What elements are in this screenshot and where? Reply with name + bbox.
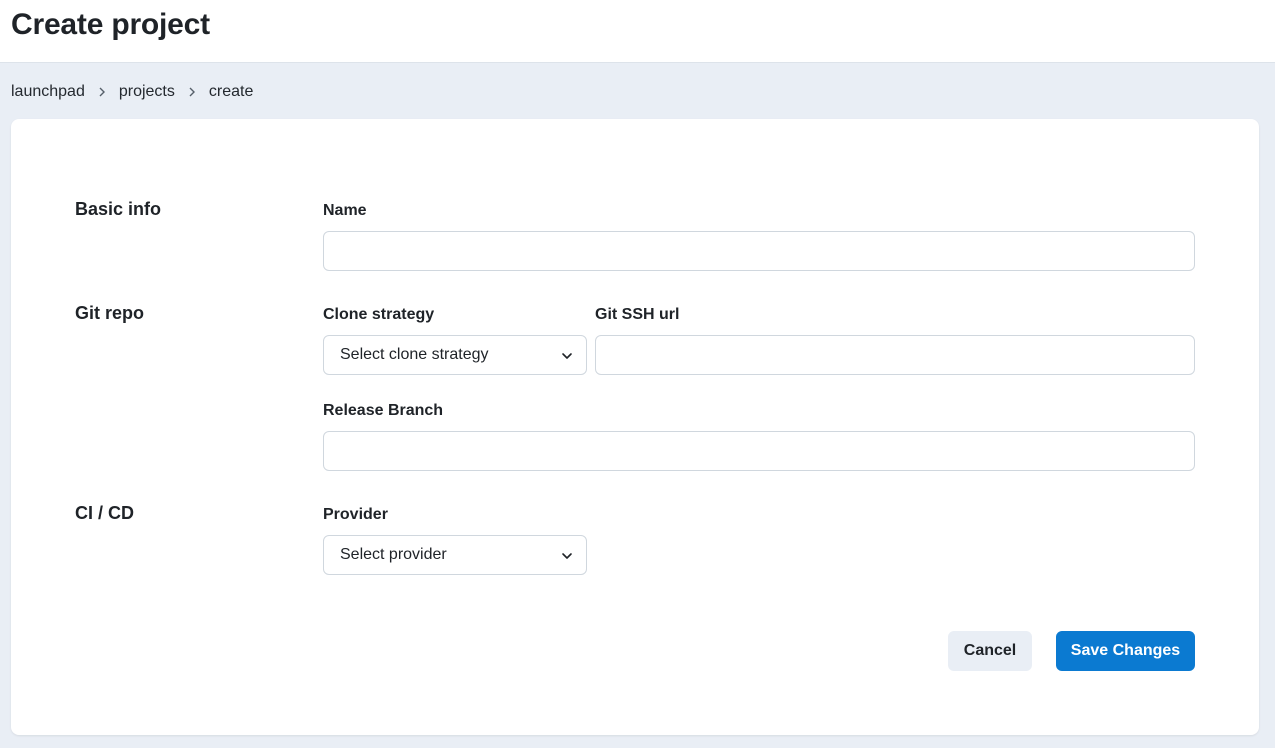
chevron-right-icon [188,87,196,97]
release-branch-label: Release Branch [323,402,444,419]
chevron-right-icon [98,87,106,97]
provider-select[interactable]: Select provider [323,535,587,575]
clone-strategy-select-value: Select clone strategy [340,346,489,363]
breadcrumb: launchpad projects create [11,82,253,102]
section-title-ci-cd: CI / CD [75,503,135,523]
cancel-button[interactable]: Cancel [948,631,1032,671]
chevron-down-icon [562,553,572,559]
name-input[interactable] [323,231,1195,271]
clone-strategy-select[interactable]: Select clone strategy [323,335,587,375]
provider-select-value: Select provider [340,546,447,563]
release-branch-input[interactable] [323,431,1195,471]
breadcrumb-item-projects[interactable]: projects [119,83,175,101]
breadcrumb-item-create: create [208,83,254,100]
breadcrumb-item-launchpad[interactable]: launchpad [11,83,85,101]
section-title-basic-info: Basic info [75,199,162,219]
chevron-down-icon [562,353,572,359]
top-bar: Create project [0,0,1275,63]
name-label: Name [323,202,367,219]
project-form-card: Basic info Name Git repo Clone strategy … [11,119,1259,735]
git-ssh-url-input[interactable] [595,335,1195,375]
section-title-git-repo: Git repo [75,303,145,323]
git-ssh-url-label: Git SSH url [595,306,680,323]
provider-label: Provider [323,506,388,523]
page-title: Create project [11,8,210,41]
clone-strategy-label: Clone strategy [323,306,435,323]
save-changes-button[interactable]: Save Changes [1056,631,1195,671]
